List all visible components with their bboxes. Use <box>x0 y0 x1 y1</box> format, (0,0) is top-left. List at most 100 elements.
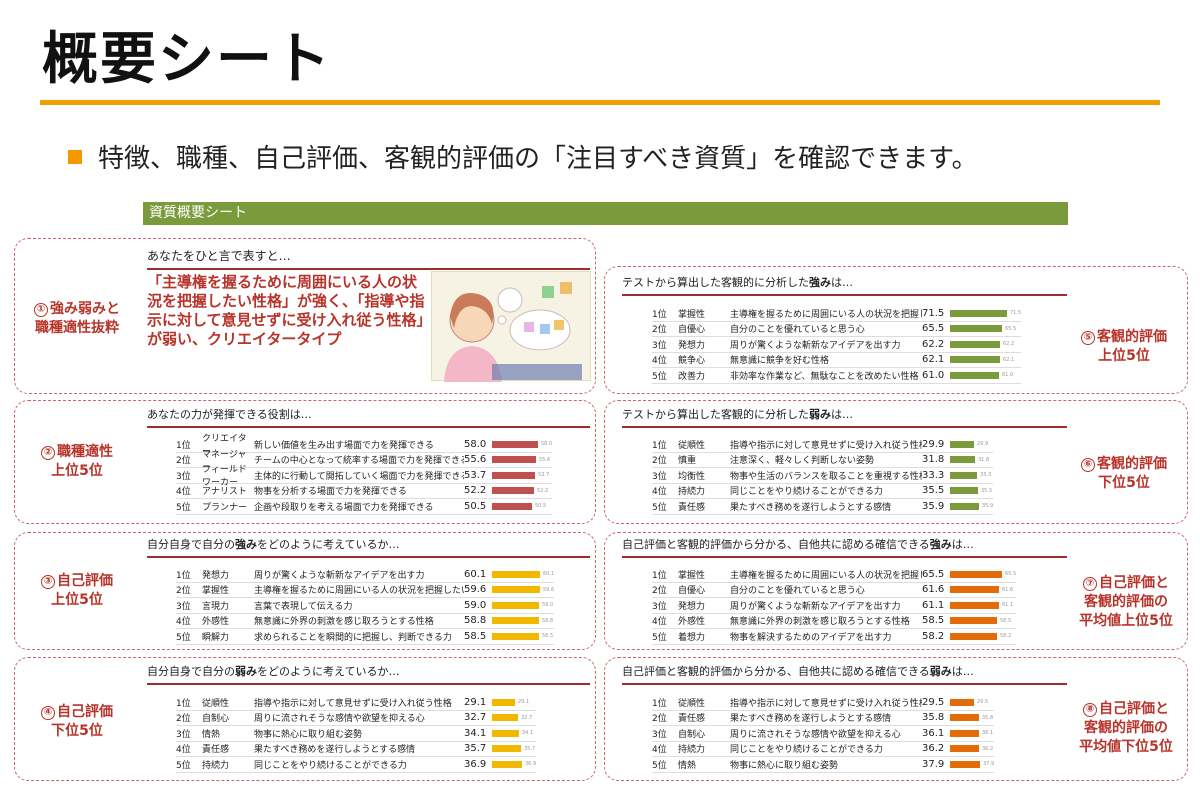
rank-cell: 1位 <box>176 698 191 709</box>
ranking-row: 1位掌握性主導権を握るために周囲にいる人の状況を把握したい性格65.565.5 <box>652 567 1017 583</box>
ranking-row: 3位 自制心 周りに流されそうな感情や欲望を抑える心 36.1 36.1 <box>652 726 995 742</box>
section-3-heading: 自分自身で自分の強みをどのように考えているか… <box>147 536 590 558</box>
trait-name-cell: 自制心 <box>202 714 230 725</box>
ranking-row: 4位 アナリスト 物事を分析する場面で力を発揮できる 52.2 52.2 <box>176 484 553 499</box>
score-cell: 59.0 <box>464 599 487 611</box>
rank-cell: 5位 <box>652 502 667 513</box>
trait-description-cell: 果たすべき務めを遂行しようとする感情 <box>254 745 416 756</box>
score-cell: 33.3 <box>922 469 945 481</box>
trait-name-cell: 着想力 <box>678 632 706 643</box>
score-bar-label: 59.0 <box>542 602 554 609</box>
score-bar-label: 55.6 <box>539 456 551 463</box>
trait-name-cell: 外感性 <box>202 617 230 628</box>
trait-description-cell: 求められることを瞬間的に把握し、判断できる力 <box>254 632 452 643</box>
score-cell: 37.9 <box>922 758 945 770</box>
score-cell: 35.5 <box>922 485 945 497</box>
rank-cell: 3位 <box>176 471 191 482</box>
trait-description-cell: 周りが驚くような斬新なアイデアを出す力 <box>254 570 425 581</box>
section-4-table: 1位 従順性 指導や指示に対して意見せずに受け入れ従う性格 29.1 29.1 2位 自制心… <box>176 695 537 773</box>
trait-description-cell: 指導や指示に対して意見せずに受け入れ従う性格 <box>254 698 452 709</box>
score-bar <box>492 487 534 495</box>
section-2-heading: あなたの力が発揮できる役割は… <box>147 406 590 428</box>
section-8-table: 1位 従順性 指導や指示に対して意見せずに受け入れ従う性格 29.5 29.5 2位 責任感… <box>652 695 995 773</box>
ranking-row: 5位 持続力 同じことをやり続けることができる力 36.9 36.9 <box>176 757 537 773</box>
score-bar <box>950 371 999 379</box>
score-cell: 61.1 <box>922 599 945 611</box>
ranking-row: 4位 外感性 無意識に外界の刺激を感じ取ろうとする性格 58.5 58.5 <box>652 614 1017 629</box>
trait-name-cell: 慎重 <box>678 456 697 467</box>
rank-cell: 3位 <box>652 340 667 351</box>
section-6-heading: テストから算出した客観的に分析した弱みは… <box>622 406 1067 428</box>
score-bar-label: 50.5 <box>535 503 547 510</box>
trait-description-cell: 注意深く、軽々しく判断しない姿勢 <box>730 456 875 467</box>
trait-name-cell: 自優心 <box>678 325 706 336</box>
score-cell: 53.7 <box>464 469 487 481</box>
score-bar <box>492 456 536 464</box>
score-bar-label: 58.5 <box>1000 617 1012 624</box>
score-bar-label: 32.7 <box>521 714 533 721</box>
trait-description-cell: 同じことをやり続けることができる力 <box>254 760 407 771</box>
score-bar-label: 62.2 <box>1003 341 1015 348</box>
ranking-row: 4位 持続力 同じことをやり続けることができる力 35.5 35.5 <box>652 484 994 499</box>
section-1-label: ① 強み弱みと 職種適性抜粋 <box>34 301 120 336</box>
trait-description-cell: 無意識に競争を好む性格 <box>730 356 830 367</box>
rank-cell: 1位 <box>176 440 191 451</box>
score-bar-label: 53.7 <box>538 472 550 479</box>
score-cell: 65.5 <box>922 568 945 580</box>
trait-name-cell: 従順性 <box>678 440 706 451</box>
score-cell: 32.7 <box>464 712 487 724</box>
trait-description-cell: 物事を分析する場面で力を発揮できる <box>254 487 407 498</box>
trait-name-cell: 従順性 <box>678 698 706 709</box>
trait-description-cell: 物事を解決するためのアイデアを出す力 <box>730 632 892 643</box>
ranking-row: 2位 慎重 注意深く、軽々しく判断しない姿勢 31.8 31.8 <box>652 453 994 468</box>
section-6-table: 1位 従順性 指導や指示に対して意見せずに受け入れ従う性格 29.9 29.9 2位 慎重注… <box>652 437 994 515</box>
score-bar-label: 36.9 <box>525 761 537 768</box>
personality-summary: 「主導権を握るために周囲にいる人の状況を把握したい性格」が強く、「指導や指示に対… <box>147 273 425 348</box>
section-number-badge: ④ <box>41 706 55 720</box>
trait-description-cell: 周りに流されそうな感情や欲望を抑える心 <box>730 729 901 740</box>
ranking-row: 5位 プランナー 企画や段取りを考える場面で力を発揮できる 50.5 50.5 <box>176 499 553 515</box>
score-bar <box>950 356 1000 364</box>
section-6-label: ⑥ 客観的評価 下位5位 <box>1064 455 1184 493</box>
rank-cell: 3位 <box>652 601 667 612</box>
trait-description-cell: 新しい価値を生み出す場面で力を発揮できる <box>254 440 434 451</box>
score-bar <box>492 440 538 448</box>
rank-cell: 2位 <box>652 714 667 725</box>
rank-cell: 4位 <box>652 617 667 628</box>
score-bar-label: 36.1 <box>982 730 994 737</box>
rank-cell: 5位 <box>176 760 191 771</box>
score-bar <box>950 632 997 640</box>
ranking-row: 5位 改善力 非効率な作業など、無駄なことを改めたい性格 61.0 61.0 <box>652 368 1022 384</box>
score-bar-label: 60.1 <box>543 571 555 578</box>
rank-cell: 1位 <box>652 309 667 320</box>
trait-description-cell: 周りが驚くような斬新なアイデアを出す力 <box>730 340 901 351</box>
ranking-row: 3位 フィールドワーカー 主体的に行動して開拓していく場面で力を発揮できる 53.7 5… <box>176 465 553 488</box>
ranking-row: 2位 自優心 自分のことを優れていると思う心 65.5 65.5 <box>652 322 1022 337</box>
trait-name-cell: 掌握性 <box>678 309 706 320</box>
title-underline <box>40 100 1160 105</box>
rank-cell: 4位 <box>652 487 667 498</box>
trait-description-cell: 無意識に外界の刺激を感じ取ろうとする性格 <box>254 617 434 628</box>
score-bar-label: 59.6 <box>543 586 555 593</box>
score-bar <box>950 502 979 510</box>
score-bar-label: 65.5 <box>1005 571 1017 578</box>
score-bar-label: 35.9 <box>982 503 994 510</box>
score-bar-label: 58.0 <box>541 441 553 448</box>
trait-description-cell: 無意識に外界の刺激を感じ取ろうとする性格 <box>730 617 910 628</box>
trait-description-cell: 周りに流されそうな感情や欲望を抑える心 <box>254 714 425 725</box>
bullet-text: 特徴、職種、自己評価、客観的評価の「注目すべき資質」を確認できます。 <box>98 144 978 174</box>
score-cell: 58.8 <box>464 615 487 627</box>
ranking-row: 4位 外感性 無意識に外界の刺激を感じ取ろうとする性格 58.8 58.8 <box>176 614 555 629</box>
score-bar-label: 29.1 <box>518 699 530 706</box>
score-cell: 29.1 <box>464 696 487 708</box>
score-bar-label: 61.6 <box>1002 586 1014 593</box>
section-7-heading: 自己評価と客観的評価から分かる、自他共に認める確信できる強みは… <box>622 536 1067 558</box>
score-bar-label: 35.7 <box>524 745 536 752</box>
score-cell: 58.0 <box>464 438 487 450</box>
trait-description-cell: 物事や生活のバランスを取ることを重視する性格 <box>730 471 922 482</box>
trait-name-cell: 持続力 <box>678 745 706 756</box>
trait-name-cell: 外感性 <box>678 617 706 628</box>
rank-cell: 2位 <box>176 714 191 725</box>
score-bar-label: 58.8 <box>542 617 554 624</box>
trait-name-cell: 情熱 <box>678 760 697 771</box>
